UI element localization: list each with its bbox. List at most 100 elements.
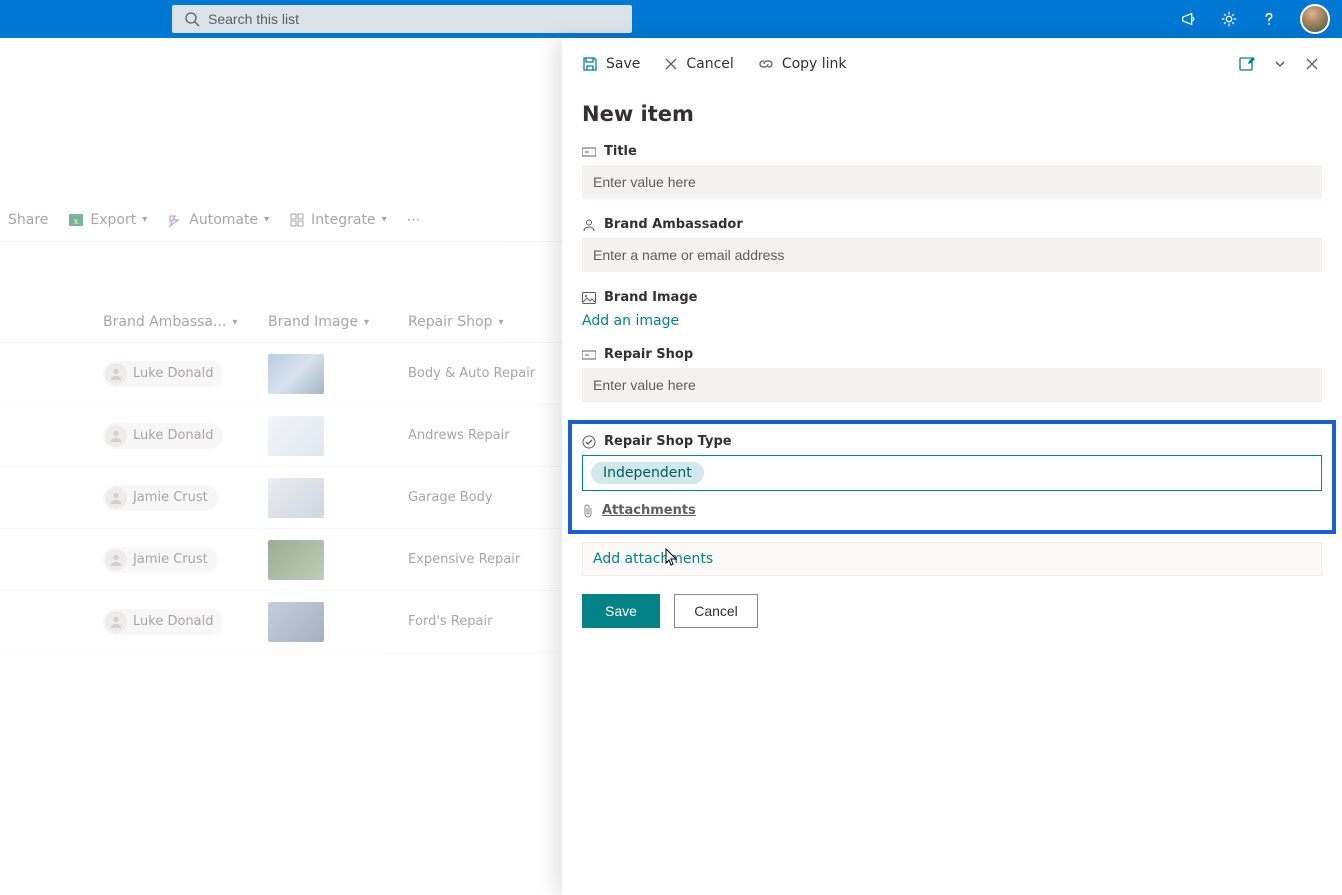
field-repairtype: Repair Shop Type Independent	[582, 434, 1322, 491]
chevron-down-icon: ▾	[264, 214, 269, 225]
text-field-icon	[582, 146, 596, 158]
save-button[interactable]: Save	[582, 594, 660, 628]
megaphone-icon[interactable]	[1180, 10, 1198, 28]
title-input[interactable]	[582, 165, 1322, 199]
person-icon	[105, 487, 127, 509]
person-pill: Jamie Crust	[103, 485, 218, 511]
svg-text:x: x	[74, 216, 79, 226]
panel-save-label: Save	[606, 56, 640, 72]
share-label: Share	[8, 212, 48, 228]
field-label-text: Attachments	[602, 503, 696, 518]
col-header-label: Repair Shop	[408, 314, 493, 330]
field-attachments-label: Attachments	[582, 503, 1322, 518]
person-pill: Luke Donald	[103, 361, 223, 387]
form-buttons: Save Cancel	[582, 594, 1322, 628]
integrate-button[interactable]: Integrate ▾	[289, 212, 386, 228]
panel-copylink-action[interactable]: Copy link	[758, 56, 847, 72]
thumbnail	[268, 540, 324, 580]
repair-text: Expensive Repair	[408, 552, 568, 567]
repair-text: Body & Auto Repair	[408, 366, 568, 381]
automate-button[interactable]: Automate ▾	[167, 212, 269, 228]
thumbnail	[268, 602, 324, 642]
panel-title: New item	[582, 102, 1322, 126]
chevron-down-icon: ▾	[499, 317, 504, 328]
suite-header	[0, 0, 1342, 38]
more-button[interactable]: ⋯	[407, 212, 421, 228]
close-icon	[664, 57, 678, 71]
cancel-button[interactable]: Cancel	[674, 594, 758, 628]
person-icon	[105, 611, 127, 633]
thumbnail	[268, 354, 324, 394]
ambassador-input[interactable]	[582, 238, 1322, 272]
chevron-down-icon: ▾	[364, 317, 369, 328]
add-image-link[interactable]: Add an image	[582, 313, 679, 329]
new-item-panel: Save Cancel Copy link	[562, 38, 1342, 895]
search-box[interactable]	[172, 5, 632, 33]
col-header-label: Brand Ambassa...	[103, 314, 226, 330]
export-label: Export	[90, 212, 136, 228]
save-icon	[582, 56, 598, 72]
field-repairshop: Repair Shop	[582, 347, 1322, 402]
panel-close-button[interactable]	[1304, 56, 1320, 72]
highlight-annotation: Repair Shop Type Independent Attachments	[568, 420, 1336, 534]
repairshop-input[interactable]	[582, 368, 1322, 402]
choice-chip[interactable]: Independent	[591, 462, 704, 484]
gear-icon[interactable]	[1220, 10, 1238, 28]
automate-icon	[167, 212, 183, 228]
field-label-text: Repair Shop	[604, 347, 693, 362]
field-label-text: Brand Ambassador	[604, 217, 743, 232]
panel-body: New item Title Brand Ambassador	[562, 90, 1342, 648]
integrate-icon	[289, 212, 305, 228]
link-icon	[758, 56, 774, 72]
person-icon	[105, 425, 127, 447]
search-input[interactable]	[208, 11, 620, 27]
field-title: Title	[582, 144, 1322, 199]
col-header-label: Brand Image	[268, 314, 358, 330]
col-header-repair[interactable]: Repair Shop ▾	[408, 314, 568, 330]
chevron-down-icon: ▾	[142, 214, 147, 225]
suite-header-right	[1180, 0, 1330, 38]
panel-header: Save Cancel Copy link	[562, 38, 1342, 90]
avatar[interactable]	[1300, 4, 1330, 34]
attachment-icon	[582, 504, 594, 518]
excel-icon: x	[68, 212, 84, 228]
repair-text: Andrews Repair	[408, 428, 568, 443]
person-name: Luke Donald	[133, 428, 213, 443]
person-name: Luke Donald	[133, 366, 213, 381]
col-header-image[interactable]: Brand Image ▾	[268, 314, 408, 330]
chevron-down-icon[interactable]	[1274, 58, 1286, 70]
edit-form-icon[interactable]	[1238, 55, 1256, 73]
thumbnail	[268, 416, 324, 456]
image-icon	[582, 292, 596, 304]
field-label-text: Brand Image	[604, 290, 697, 305]
automate-label: Automate	[189, 212, 258, 228]
panel-copylink-label: Copy link	[782, 56, 847, 72]
repair-text: Ford's Repair	[408, 614, 568, 629]
field-label-text: Title	[604, 144, 637, 159]
add-attachments-link[interactable]: Add attachments	[593, 551, 713, 567]
person-icon	[105, 363, 127, 385]
panel-save-action[interactable]: Save	[582, 56, 640, 72]
repairtype-input[interactable]: Independent	[582, 455, 1322, 491]
search-icon	[184, 11, 200, 27]
share-button[interactable]: Share	[8, 212, 48, 228]
choice-icon	[582, 435, 596, 449]
integrate-label: Integrate	[311, 212, 375, 228]
attachments-input[interactable]: Add attachments	[582, 542, 1322, 576]
person-pill: Luke Donald	[103, 423, 223, 449]
repair-text: Garage Body	[408, 490, 568, 505]
chevron-down-icon: ▾	[232, 317, 237, 328]
col-header-ambassador[interactable]: Brand Ambassa... ▾	[103, 314, 268, 330]
panel-cancel-action[interactable]: Cancel	[664, 56, 733, 72]
person-pill: Jamie Crust	[103, 547, 218, 573]
panel-cancel-label: Cancel	[686, 56, 733, 72]
help-icon[interactable]	[1260, 10, 1278, 28]
field-ambassador: Brand Ambassador	[582, 217, 1322, 272]
person-name: Luke Donald	[133, 614, 213, 629]
export-button[interactable]: x Export ▾	[68, 212, 147, 228]
thumbnail	[268, 478, 324, 518]
person-pill: Luke Donald	[103, 609, 223, 635]
person-name: Jamie Crust	[133, 490, 208, 505]
field-brandimage: Brand Image Add an image	[582, 290, 1322, 329]
text-field-icon	[582, 349, 596, 361]
